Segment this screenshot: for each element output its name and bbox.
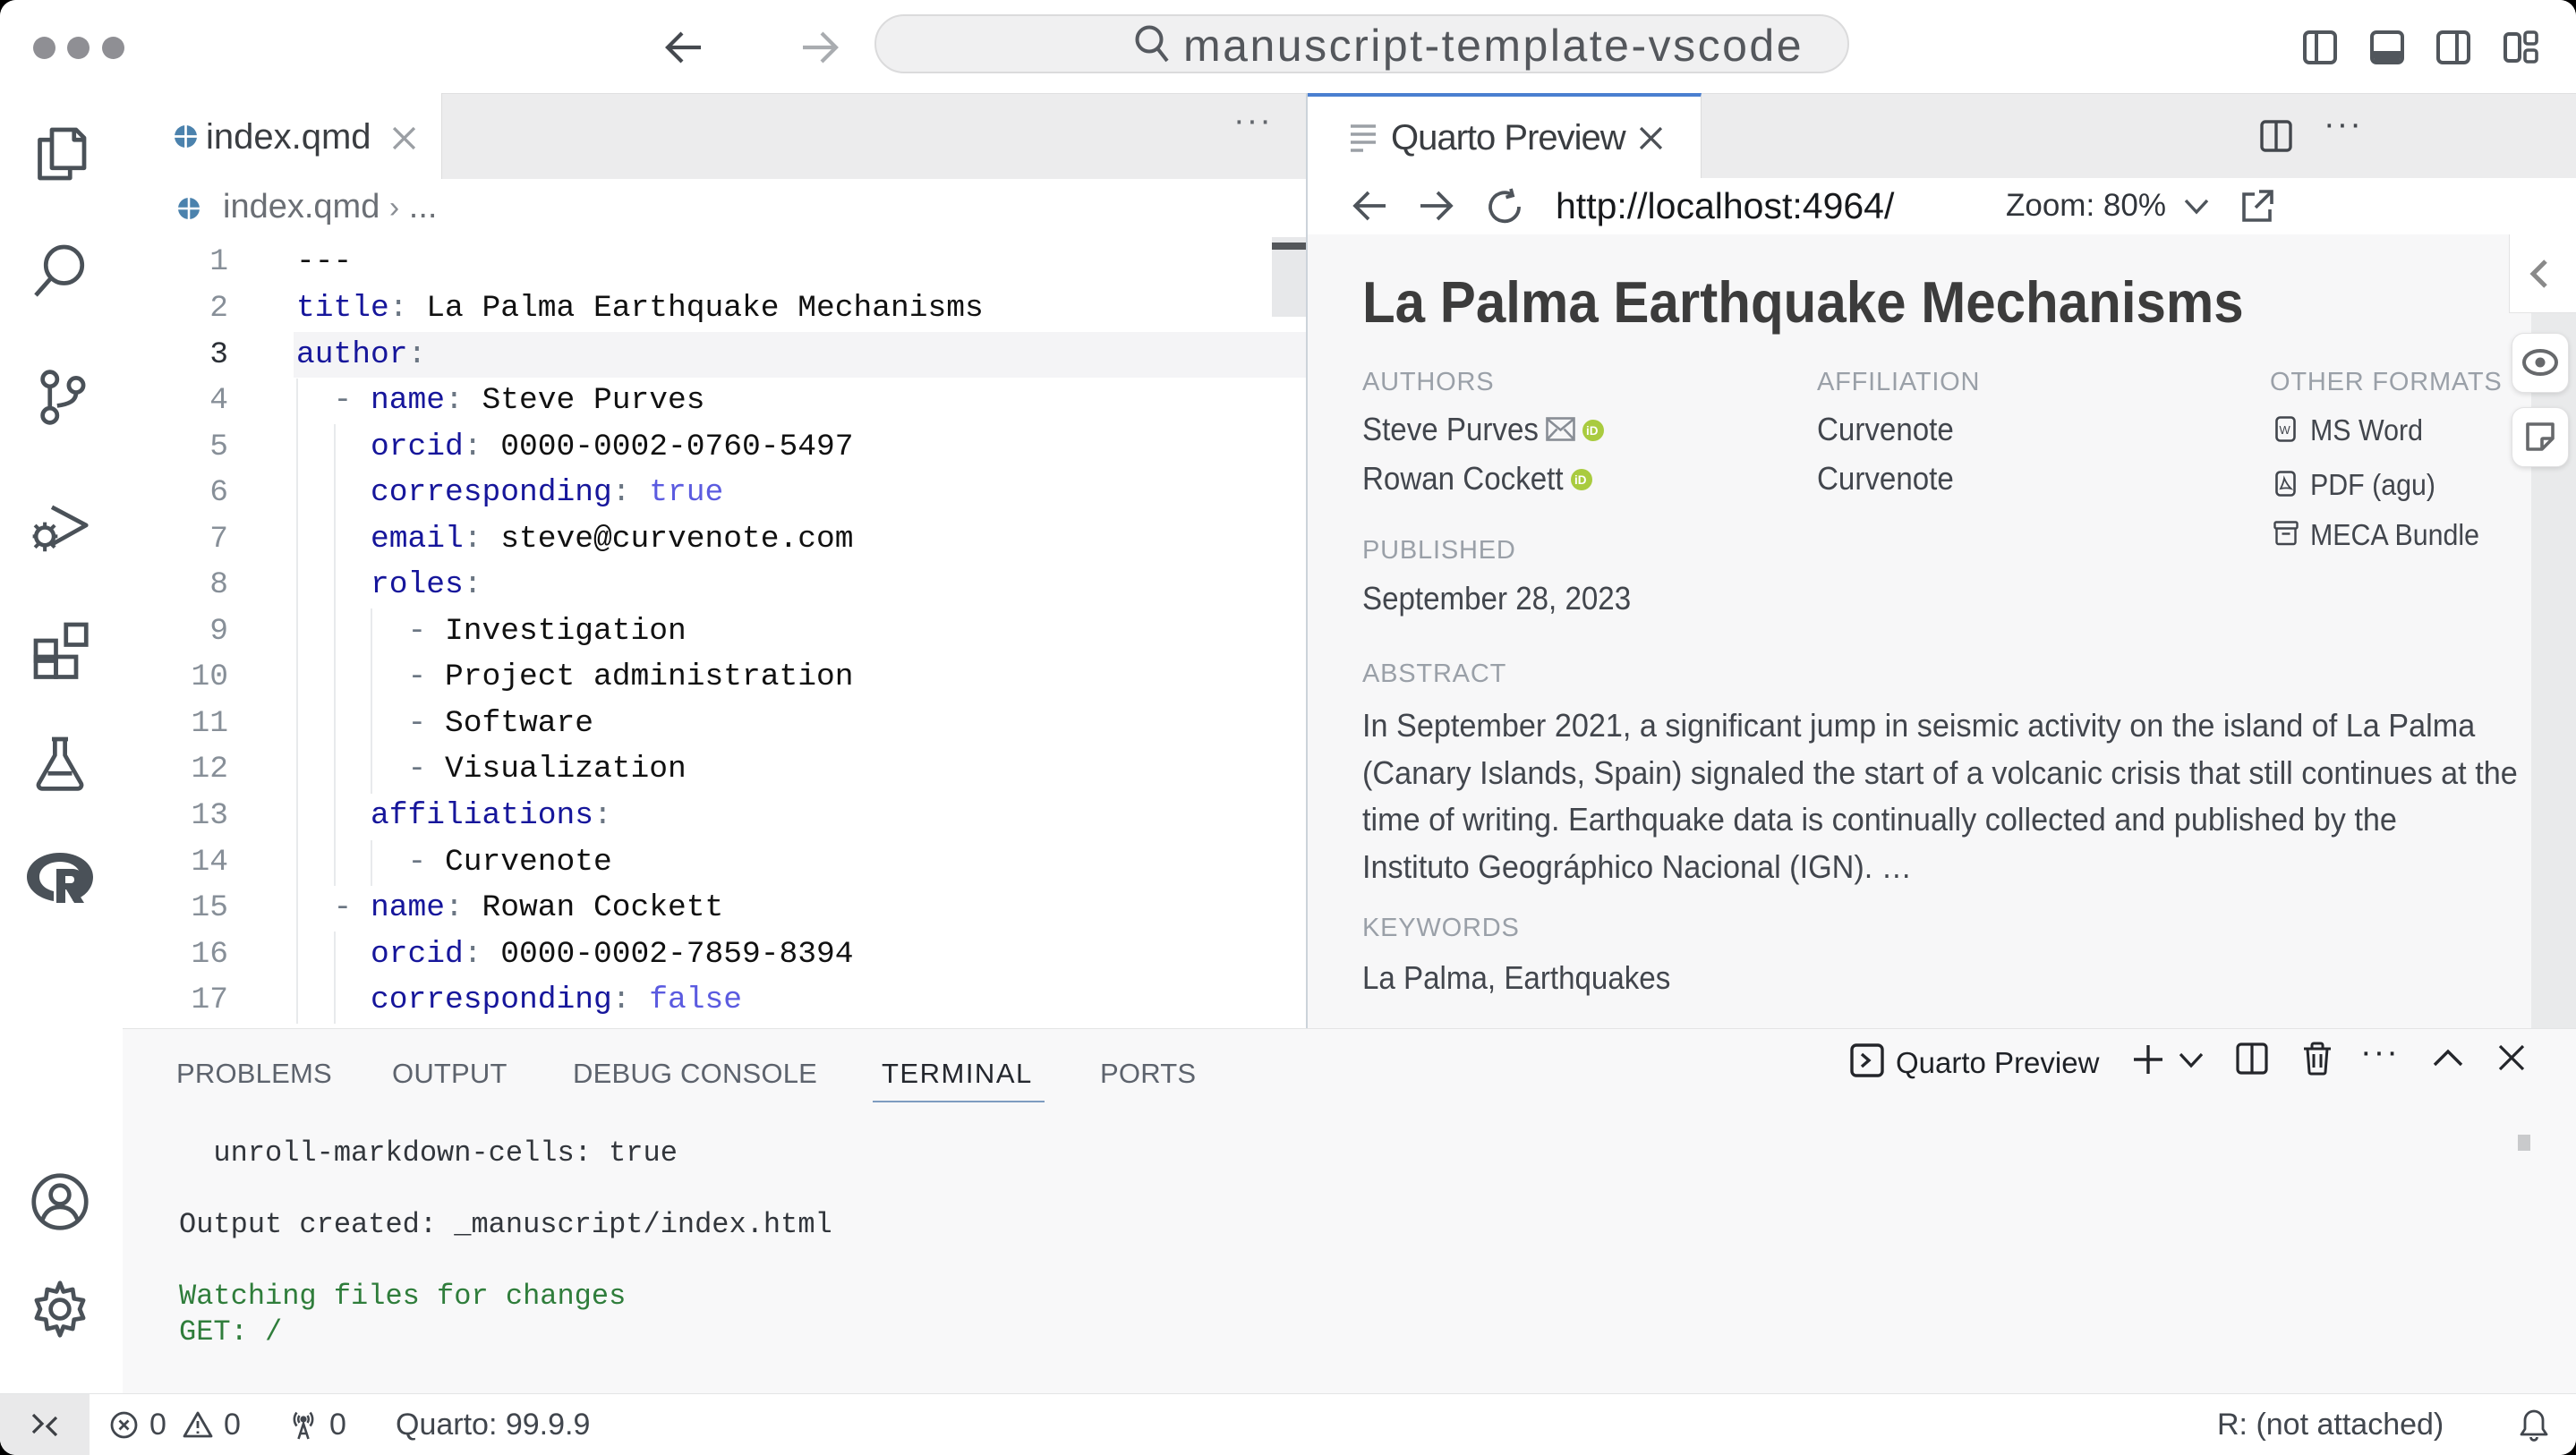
svg-text:iD: iD — [1586, 424, 1599, 438]
svg-text:iD: iD — [1574, 473, 1587, 487]
svg-text:W: W — [2280, 423, 2291, 437]
